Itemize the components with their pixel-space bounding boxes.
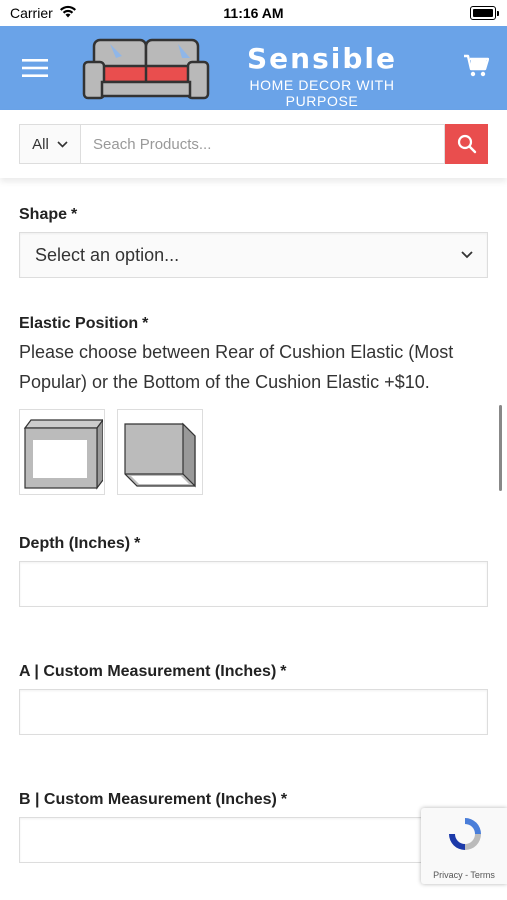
depth-input[interactable] bbox=[19, 561, 488, 607]
status-bar: Carrier 11:16 AM bbox=[0, 0, 507, 26]
cushion-bottom-icon bbox=[124, 422, 196, 488]
brand-name: Sensible bbox=[247, 42, 397, 75]
wifi-icon bbox=[59, 5, 77, 21]
battery-icon bbox=[470, 6, 499, 20]
recaptcha-links[interactable]: Privacy - Terms bbox=[421, 870, 507, 880]
cart-button[interactable] bbox=[463, 54, 490, 83]
search-icon bbox=[457, 134, 476, 154]
shape-select[interactable]: Select an option... bbox=[19, 232, 488, 278]
b-measurement-field: B | Custom Measurement (Inches) * bbox=[19, 791, 488, 863]
bottom-elastic-swatch[interactable] bbox=[117, 409, 203, 495]
recaptcha-logo-icon bbox=[449, 818, 481, 850]
depth-label: Depth (Inches) * bbox=[19, 535, 141, 552]
menu-button[interactable] bbox=[0, 26, 70, 110]
status-time: 11:16 AM bbox=[223, 5, 284, 21]
elastic-label: Elastic Position * bbox=[19, 315, 149, 332]
a-measurement-field: A | Custom Measurement (Inches) * bbox=[19, 663, 488, 735]
b-measurement-input[interactable] bbox=[19, 817, 488, 863]
category-select[interactable]: All bbox=[19, 124, 81, 164]
shape-select-value: Select an option... bbox=[35, 244, 180, 265]
chevron-down-icon bbox=[461, 251, 473, 259]
carrier-label: Carrier bbox=[10, 5, 53, 21]
brand[interactable]: Sensible HOME DECOR WITH PURPOSE bbox=[212, 42, 432, 109]
sofa-logo-icon[interactable] bbox=[82, 36, 210, 102]
scroll-indicator bbox=[499, 405, 502, 491]
category-value: All bbox=[32, 135, 49, 153]
status-left: Carrier bbox=[10, 5, 77, 21]
elastic-swatches bbox=[19, 409, 488, 495]
search-button[interactable] bbox=[445, 124, 488, 164]
site-header: Sensible HOME DECOR WITH PURPOSE bbox=[0, 26, 507, 110]
depth-field: Depth (Inches) * bbox=[19, 535, 488, 607]
hamburger-icon bbox=[22, 59, 48, 77]
elastic-field: Elastic Position * Please choose between … bbox=[19, 315, 488, 495]
recaptcha-badge[interactable]: Privacy - Terms bbox=[421, 808, 507, 884]
search-input[interactable] bbox=[81, 124, 445, 164]
search-bar: All bbox=[0, 110, 507, 178]
b-measurement-label: B | Custom Measurement (Inches) * bbox=[19, 791, 288, 808]
cart-icon bbox=[464, 54, 490, 77]
rear-elastic-swatch[interactable] bbox=[19, 409, 105, 495]
a-measurement-label: A | Custom Measurement (Inches) * bbox=[19, 663, 287, 680]
brand-tagline: HOME DECOR WITH PURPOSE bbox=[249, 77, 395, 109]
a-measurement-input[interactable] bbox=[19, 689, 488, 735]
elastic-description: Please choose between Rear of Cushion El… bbox=[19, 342, 454, 392]
shape-label: Shape * bbox=[19, 206, 78, 223]
product-options-form: Shape * Select an option... Elastic Posit… bbox=[0, 206, 507, 863]
shape-field: Shape * Select an option... bbox=[19, 206, 488, 278]
cushion-rear-icon bbox=[23, 419, 103, 490]
chevron-down-icon bbox=[57, 140, 68, 148]
